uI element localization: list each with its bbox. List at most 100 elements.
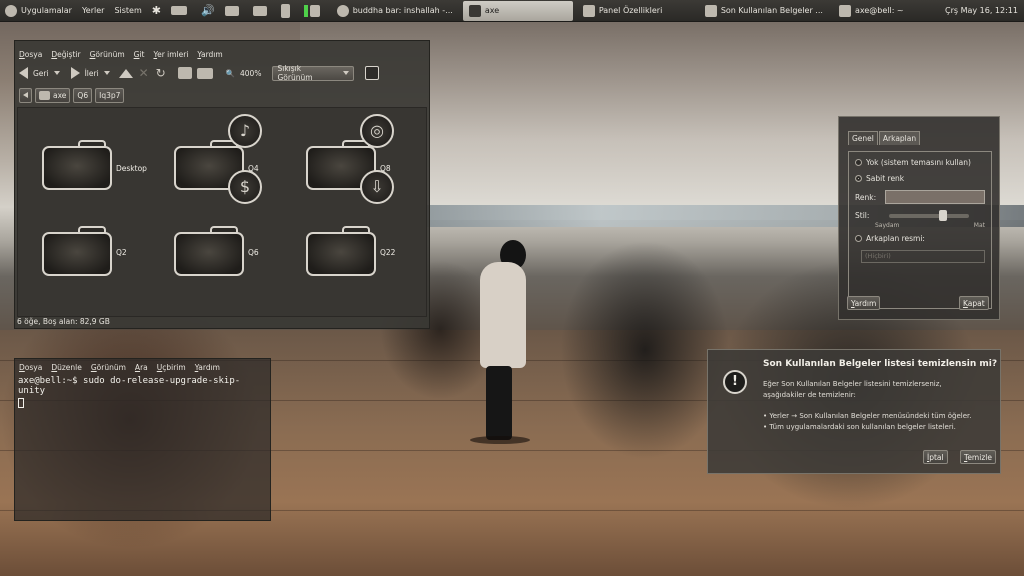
terminal-window: Dosya Düzenle Görünüm Ara Uçbirim Yardım…	[14, 358, 271, 521]
folder-q6[interactable]	[174, 226, 244, 276]
panel-icon	[582, 4, 595, 17]
folder-view: Desktop ♪ $ Q4 ◎ ⇩ Q8 Q2 Q6 Q22	[17, 107, 427, 317]
folder-label: Q8	[380, 164, 391, 173]
panel-properties-dialog: Genel Arkaplan Yok (sistem temasını kull…	[838, 116, 1000, 320]
tab-background[interactable]: Arkaplan	[878, 131, 921, 145]
task-axe[interactable]: axe	[462, 0, 573, 21]
menu-help[interactable]: Yardım	[197, 50, 222, 59]
file-manager-menubar: Dosya Değiştir Görünüm Git Yer imleri Ya…	[15, 47, 429, 61]
radio-solid[interactable]	[855, 175, 862, 182]
terminal-cursor	[18, 398, 24, 408]
task-recent-documents[interactable]: Son Kullanılan Belgeler ...	[699, 1, 829, 21]
file-manager-window: Dosya Değiştir Görünüm Git Yer imleri Ya…	[14, 40, 430, 329]
download-emblem-icon: ⇩	[360, 170, 394, 204]
back-arrow-icon[interactable]	[19, 67, 28, 79]
option-solid-color[interactable]: Sabit renk	[855, 174, 985, 183]
terminal-icon	[838, 4, 851, 17]
status-bar: 6 öğe, Boş alan: 82,9 GB	[17, 317, 110, 326]
bluetooth-icon[interactable]: ✱	[147, 0, 166, 22]
money-emblem-icon: $	[228, 170, 262, 204]
view-mode-select[interactable]: Sıkışık Görünüm	[272, 64, 355, 82]
dialog-message: Eğer Son Kullanılan Belgeler listesini t…	[763, 379, 983, 433]
breadcrumb-axe[interactable]: axe	[35, 87, 71, 103]
breadcrumb-back-icon[interactable]	[19, 87, 32, 103]
slider-knob[interactable]	[939, 209, 947, 221]
back-button[interactable]: Geri	[33, 69, 49, 78]
forward-history-chevron-icon[interactable]	[103, 71, 110, 75]
display-icon[interactable]	[220, 0, 248, 22]
places-menu[interactable]: Yerler	[77, 0, 109, 22]
system-menu[interactable]: Sistem	[109, 0, 146, 22]
task-terminal[interactable]: axe@bell: ~	[833, 1, 910, 21]
computer-icon[interactable]	[196, 67, 213, 79]
applications-menu[interactable]: Uygulamalar	[0, 0, 77, 22]
chevron-down-icon	[343, 71, 350, 75]
folder-label: Q22	[380, 248, 396, 257]
menu-edit[interactable]: Değiştir	[51, 50, 80, 59]
menu-terminal[interactable]: Uçbirim	[157, 363, 186, 372]
back-history-chevron-icon[interactable]	[53, 71, 60, 75]
menu-file[interactable]: Dosya	[19, 50, 42, 59]
close-button[interactable]: Kapat	[959, 296, 989, 310]
search-icon[interactable]	[365, 66, 380, 80]
reload-icon[interactable]: ↻	[155, 67, 167, 79]
list-item: Tüm uygulamalardaki son kullanılan belge…	[763, 422, 983, 433]
music-emblem-icon: ♪	[228, 114, 262, 148]
network-indicator-icon[interactable]	[299, 0, 329, 22]
home-icon[interactable]	[177, 67, 192, 79]
forward-button[interactable]: İleri	[85, 69, 99, 78]
breadcrumb-iq3p7[interactable]: Iq3p7	[95, 87, 125, 103]
menu-go[interactable]: Git	[134, 50, 145, 59]
clear-recent-dialog: ! Son Kullanılan Belgeler listesi temizl…	[707, 349, 1001, 474]
clear-button[interactable]: Temizle	[960, 450, 996, 464]
menu-file[interactable]: Dosya	[19, 363, 42, 372]
breadcrumb-q6[interactable]: Q6	[73, 87, 93, 103]
folder-label: Q2	[116, 248, 127, 257]
color-swatch-button[interactable]	[885, 190, 985, 204]
zoom-icon[interactable]: 🔍	[226, 69, 235, 78]
media-player-icon	[336, 4, 349, 17]
radio-none[interactable]	[855, 159, 862, 166]
folder-label: Q6	[248, 248, 259, 257]
task-panel-properties[interactable]: Panel Özellikleri	[577, 1, 695, 21]
transparency-slider[interactable]	[889, 209, 969, 221]
slider-scale: Saydam Mat	[855, 222, 985, 229]
folder-desktop[interactable]	[42, 140, 112, 190]
radio-image[interactable]	[855, 235, 862, 242]
clock[interactable]: Çrş May 16, 12:11	[940, 0, 1024, 22]
battery-icon[interactable]	[166, 0, 196, 22]
image-file-chooser[interactable]: (Hiçbiri)	[861, 250, 985, 263]
help-button[interactable]: Yardım	[847, 296, 881, 310]
tab-general[interactable]: Genel	[848, 131, 878, 145]
up-icon[interactable]	[118, 68, 133, 78]
applications-label: Uygulamalar	[21, 6, 72, 15]
option-background-image[interactable]: Arkaplan resmi:	[855, 234, 985, 243]
opaque-label: Mat	[973, 222, 985, 229]
folder-label: Q4	[248, 164, 259, 173]
cancel-button[interactable]: İptal	[923, 450, 948, 464]
volume-icon[interactable]: 🔊	[196, 0, 220, 22]
folder-label: Desktop	[116, 164, 147, 173]
menu-help[interactable]: Yardım	[195, 363, 220, 372]
transparent-label: Saydam	[875, 222, 900, 229]
monitor-icon[interactable]	[248, 0, 276, 22]
folder-q2[interactable]	[42, 226, 112, 276]
forward-arrow-icon[interactable]	[70, 67, 80, 79]
style-label: Stil:	[855, 211, 870, 220]
terminal-screen[interactable]: axe@bell:~$ sudo do-release-upgrade-skip…	[15, 374, 270, 410]
menu-bookmarks[interactable]: Yer imleri	[153, 50, 188, 59]
dialog-tabs: Genel Arkaplan	[839, 117, 999, 145]
dialog-title: Son Kullanılan Belgeler listesi temizlen…	[763, 359, 998, 369]
menu-view[interactable]: Görünüm	[90, 50, 125, 59]
menu-view[interactable]: Görünüm	[91, 363, 126, 372]
stop-icon[interactable]: ✕	[138, 67, 150, 79]
menu-search[interactable]: Ara	[135, 363, 148, 372]
task-buddha-bar[interactable]: buddha bar: inshallah -...	[331, 1, 459, 21]
menu-edit[interactable]: Düzenle	[51, 363, 82, 372]
zoom-level[interactable]: 400%	[240, 69, 261, 78]
option-none[interactable]: Yok (sistem temasını kullan)	[855, 158, 985, 167]
folder-q22[interactable]	[306, 226, 376, 276]
background-tab-pane: Yok (sistem temasını kullan) Sabit renk …	[848, 151, 992, 309]
phone-icon[interactable]	[276, 0, 299, 22]
color-row: Renk:	[855, 190, 985, 204]
